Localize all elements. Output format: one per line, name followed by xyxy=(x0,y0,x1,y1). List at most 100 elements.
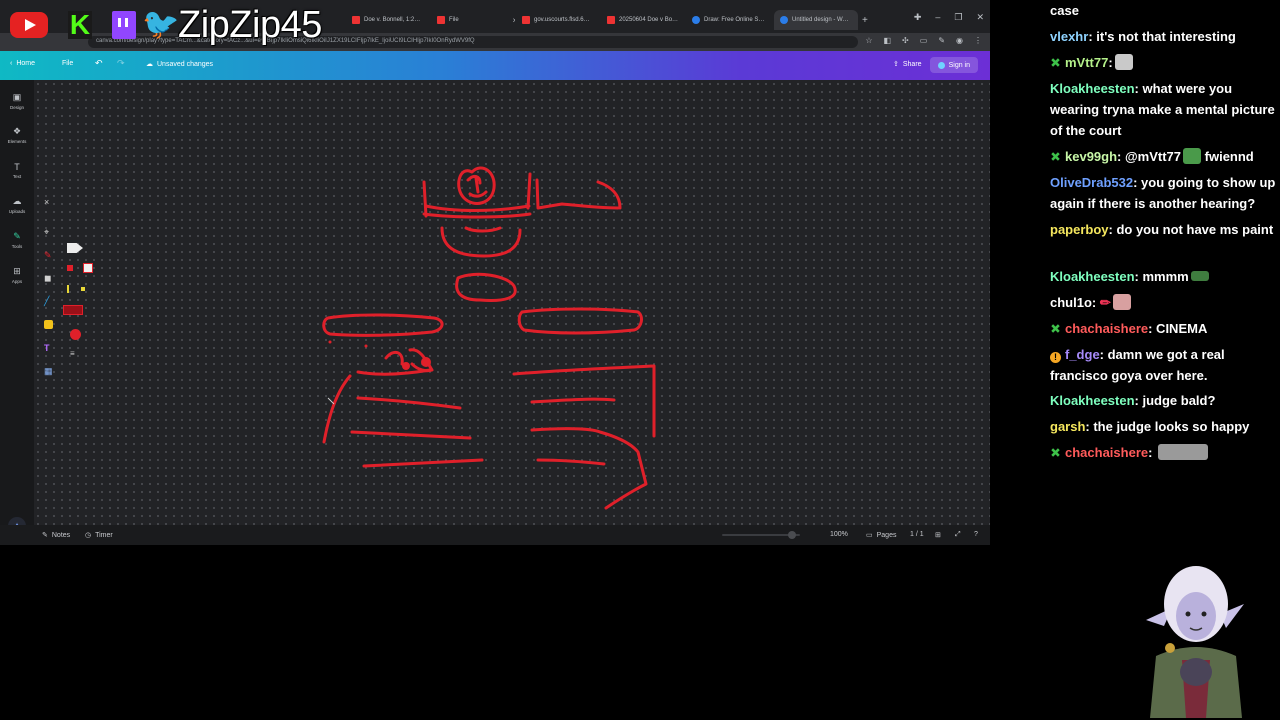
stroke-width-preview[interactable] xyxy=(63,305,83,315)
tab-20250604[interactable]: 20250604 Doe v Bo…× xyxy=(607,10,685,30)
home-label: Home xyxy=(16,60,36,67)
sidebar-item-label: Design xyxy=(9,105,24,110)
canva-icon xyxy=(692,16,700,24)
chat-username[interactable]: kev99gh xyxy=(1065,149,1117,164)
drawing-canvas[interactable] xyxy=(34,80,990,525)
tab-label: Doe v. Bonnell, 1:2… xyxy=(364,17,421,23)
timer-button[interactable]: ◷ Timer xyxy=(85,531,113,540)
sidebar-item-design[interactable]: ▣ Design xyxy=(0,92,34,110)
minimize-icon[interactable]: – xyxy=(935,12,940,23)
sidebar-item-apps[interactable]: ⊞ Apps xyxy=(0,266,34,284)
maximize-icon[interactable]: ❐ xyxy=(954,12,962,23)
pdf-icon xyxy=(437,16,445,24)
marker-tool-icon[interactable]: ╱ xyxy=(44,296,49,307)
page-count: 1 / 1 xyxy=(910,531,924,538)
pen-tool-icon[interactable]: ✎ xyxy=(44,250,52,261)
undo-icon[interactable]: ↶ xyxy=(95,58,103,69)
sidebar-item-text[interactable]: T Text xyxy=(0,162,34,179)
chat-username[interactable]: paperboy xyxy=(1050,222,1109,237)
extensions-icon[interactable]: ✚ xyxy=(914,12,922,23)
chat-text: : do you not have ms paint xyxy=(1108,222,1274,237)
chat-username[interactable]: garsh xyxy=(1050,419,1085,434)
pdf-icon xyxy=(522,16,530,24)
sidebar-item-elements[interactable]: ❖ Elements xyxy=(0,126,34,144)
streamer-overlay: K 🐦 ZipZip45 xyxy=(0,6,322,44)
sign-in-button[interactable]: Sign in xyxy=(929,57,978,73)
sidebar-item-tools[interactable]: ✎ Tools xyxy=(0,231,34,249)
share-label: Share xyxy=(902,60,922,68)
chat-username[interactable]: chachaishere xyxy=(1065,445,1148,460)
extension-icon[interactable]: ◧ xyxy=(883,36,891,45)
chat-username[interactable]: chachaishere xyxy=(1065,321,1148,336)
profile-icon[interactable]: ◉ xyxy=(956,36,963,45)
close-window-icon[interactable]: ✕ xyxy=(976,12,984,23)
twitter-icon: 🐦 xyxy=(142,8,180,41)
chat-message: kev99gh: @mVtt77 fwiennd xyxy=(1048,146,1280,167)
chat-message: Kloakheesten: mmmm xyxy=(1050,266,1280,287)
fullscreen-icon[interactable]: ⤢ xyxy=(955,531,961,539)
color-swatch-yellow[interactable] xyxy=(81,287,85,291)
highlighter-tip-icon[interactable] xyxy=(83,263,93,273)
pointer-tool-icon[interactable]: ⌖ xyxy=(44,227,49,238)
color-picker-red[interactable] xyxy=(70,329,81,340)
tab-doe-v-bonnell[interactable]: Doe v. Bonnell, 1:2…× xyxy=(352,10,430,30)
design-icon: ▣ xyxy=(12,92,22,102)
table-tool-icon[interactable]: ▦ xyxy=(44,366,53,377)
thickness-icon[interactable]: ≡ xyxy=(70,349,75,358)
plus-badge-icon xyxy=(1048,149,1063,164)
eraser-tool-icon[interactable]: ◼ xyxy=(44,273,51,284)
home-button[interactable]: ‹ Home xyxy=(10,60,35,67)
sidepanel-icon[interactable]: ▭ xyxy=(920,36,928,45)
tab-untitled-design[interactable]: Untitled design - W…× xyxy=(774,10,858,30)
pages-icon: ▭ xyxy=(866,532,873,539)
plus-badge-icon xyxy=(1048,321,1063,336)
text-tool-icon[interactable]: T xyxy=(44,343,50,353)
sidebar-item-label: Apps xyxy=(11,279,23,284)
help-icon[interactable]: ? xyxy=(974,531,978,538)
close-icon[interactable]: × xyxy=(513,16,515,25)
bookmark-star-icon[interactable]: ☆ xyxy=(865,36,872,45)
zoom-slider-thumb[interactable] xyxy=(788,531,796,539)
notes-button[interactable]: ✎ Notes xyxy=(42,531,70,540)
pages-label: Pages xyxy=(876,531,897,539)
chat-username[interactable]: Kloakheesten xyxy=(1050,269,1135,284)
chat-username[interactable]: Kloakheesten xyxy=(1050,81,1135,96)
puzzle-icon[interactable]: ✣ xyxy=(902,36,909,45)
tab-gov-uscourts[interactable]: gov.uscourts.flsd.6…× xyxy=(522,10,600,30)
chat-username[interactable]: chul1o xyxy=(1050,295,1092,310)
cloud-icon: ☁ xyxy=(146,61,153,68)
save-status: ☁ Unsaved changes xyxy=(146,60,213,69)
browser-window: Doe v. Bonnell, 1:2…× File× gov.uscourts… xyxy=(0,0,990,545)
share-icon: ⇪ xyxy=(893,61,899,68)
avatar-brooch xyxy=(1165,643,1175,653)
new-tab-button[interactable]: + xyxy=(862,10,872,30)
sign-in-label: Sign in xyxy=(948,61,970,69)
redo-icon[interactable]: ↷ xyxy=(117,58,125,69)
close-panel-icon[interactable]: × xyxy=(44,197,49,207)
chat-username[interactable]: OliveDrab532 xyxy=(1050,175,1133,190)
dot-1 xyxy=(402,362,410,370)
avatar-face xyxy=(1176,592,1216,640)
stroke-item-b xyxy=(356,368,432,376)
menu-icon[interactable]: ⋮ xyxy=(974,36,982,45)
ghost-emote-icon xyxy=(1114,54,1133,70)
share-button[interactable]: ⇪ Share xyxy=(893,60,922,69)
sidebar-item-uploads[interactable]: ☁ Uploads xyxy=(0,196,34,214)
marker-tip-icon[interactable] xyxy=(67,243,83,253)
pen-icon[interactable]: ✎ xyxy=(938,36,945,45)
address-bar-icons: ☆ ◧ ✣ ▭ ✎ ◉ ⋮ xyxy=(865,36,982,45)
avatar-right-eye xyxy=(1201,611,1207,617)
chat-username[interactable]: f_dge xyxy=(1065,347,1100,362)
sidebar-item-label: Uploads xyxy=(8,209,26,214)
chat-username[interactable]: Kloakheesten xyxy=(1050,393,1135,408)
chat-username[interactable]: vlexhr xyxy=(1050,29,1088,44)
chat-username[interactable]: mVtt77 xyxy=(1065,55,1108,70)
pages-button[interactable]: ▭ Pages xyxy=(866,531,897,540)
tab-file[interactable]: File × xyxy=(437,10,515,30)
grid-view-icon[interactable]: ⊞ xyxy=(935,531,941,539)
sticky-note-icon[interactable] xyxy=(44,320,53,329)
color-swatch-red[interactable] xyxy=(67,265,73,271)
tab-draw-free-online[interactable]: Draw: Free Online S…× xyxy=(692,10,772,30)
file-menu[interactable]: File xyxy=(62,60,73,67)
zoom-level[interactable]: 100% xyxy=(830,531,848,538)
